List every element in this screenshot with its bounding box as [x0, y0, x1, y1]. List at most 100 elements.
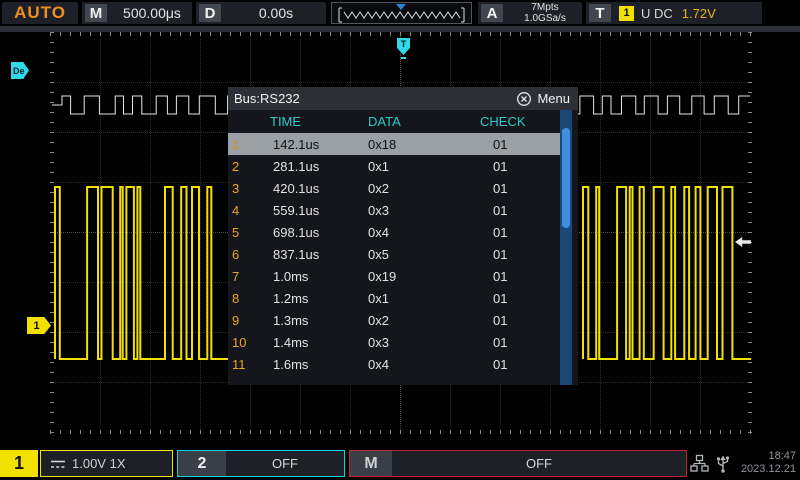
cell-idx: 6: [228, 247, 254, 262]
timebase-key: M: [85, 4, 107, 22]
lan-icon: [690, 454, 709, 478]
column-header-check: CHECK: [467, 114, 564, 129]
ch1-settings-box[interactable]: 1.00V 1X: [40, 450, 173, 477]
ruler-top: [50, 32, 752, 36]
cell-time: 1.0ms: [254, 269, 349, 284]
delay-value: 0.00s: [226, 5, 326, 21]
memory-depth: 7Mpts: [508, 2, 582, 13]
cell-time: 142.1us: [254, 137, 349, 152]
math-badge: M: [350, 451, 392, 476]
cell-idx: 11: [228, 357, 254, 372]
bottom-channel-bar: 1 1.00V 1X 2 OFF M OFF: [0, 450, 800, 477]
ch2-settings-box[interactable]: 2 OFF: [177, 450, 345, 477]
delay-box[interactable]: D 0.00s: [196, 2, 326, 24]
cell-check: 01: [467, 159, 564, 174]
bus-decode-panel: Bus:RS232 Menu TIME DATA CHECK 1142.1us0…: [228, 87, 578, 385]
cell-data: 0x3: [349, 203, 467, 218]
usb-icon: [715, 453, 731, 479]
clock: 18:47 2023.12.21: [741, 450, 796, 476]
scrollbar[interactable]: [560, 110, 572, 385]
table-row[interactable]: 1142.1us0x1801: [228, 133, 564, 155]
clock-date: 2023.12.21: [741, 463, 796, 476]
cell-check: 01: [467, 357, 564, 372]
cell-check: 01: [467, 335, 564, 350]
ch1-number-badge[interactable]: 1: [0, 450, 38, 477]
cell-idx: 10: [228, 335, 254, 350]
timebase-box[interactable]: M 500.00μs: [82, 2, 192, 24]
decode-channel-marker[interactable]: De: [11, 62, 29, 79]
ch1-ground-marker[interactable]: 1: [27, 317, 51, 334]
trigger-key: T: [589, 4, 611, 22]
trigger-position-indicator[interactable]: [396, 4, 406, 10]
math-settings-box[interactable]: M OFF: [349, 450, 687, 477]
timebase-value: 500.00μs: [112, 5, 192, 21]
table-row[interactable]: 6837.1us0x501: [228, 243, 564, 265]
cell-time: 1.2ms: [254, 291, 349, 306]
cell-time: 1.6ms: [254, 357, 349, 372]
ch2-number-badge: 2: [178, 451, 226, 476]
cell-data: 0x18: [349, 137, 467, 152]
trigger-type-coupling: U DC: [641, 6, 673, 21]
cell-data: 0x5: [349, 247, 467, 262]
ch1-scale-text: 1.00V 1X: [72, 456, 126, 471]
table-row[interactable]: 81.2ms0x101: [228, 287, 564, 309]
close-icon[interactable]: [516, 91, 532, 107]
cell-check: 01: [467, 225, 564, 240]
table-row[interactable]: 101.4ms0x301: [228, 331, 564, 353]
dc-coupling-icon: [49, 458, 67, 470]
oscilloscope-screen: AUTO M 500.00μs D 0.00s A 7Mpts 1.0GSa/s…: [0, 0, 800, 480]
gridline-horizontal: [50, 82, 752, 83]
cell-idx: 2: [228, 159, 254, 174]
cell-time: 837.1us: [254, 247, 349, 262]
column-header-time: TIME: [254, 114, 349, 129]
cell-data: 0x1: [349, 291, 467, 306]
cell-check: 01: [467, 313, 564, 328]
cell-data: 0x2: [349, 313, 467, 328]
table-row[interactable]: 71.0ms0x1901: [228, 265, 564, 287]
cell-idx: 5: [228, 225, 254, 240]
cell-check: 01: [467, 291, 564, 306]
trigger-position-tick: [401, 57, 406, 59]
table-row[interactable]: 4559.1us0x301: [228, 199, 564, 221]
acquisition-mode-badge[interactable]: AUTO: [2, 2, 78, 24]
cell-idx: 9: [228, 313, 254, 328]
cell-check: 01: [467, 137, 564, 152]
scrollbar-thumb[interactable]: [562, 128, 570, 228]
cell-idx: 1: [228, 137, 254, 152]
sample-rate: 1.0GSa/s: [508, 13, 582, 24]
table-row[interactable]: 3420.1us0x201: [228, 177, 564, 199]
waveform-preview[interactable]: [331, 2, 472, 24]
trigger-level-value: 1.72V: [682, 6, 716, 21]
top-status-bar: AUTO M 500.00μs D 0.00s A 7Mpts 1.0GSa/s…: [0, 0, 800, 26]
delay-key: D: [199, 4, 221, 22]
cell-data: 0x19: [349, 269, 467, 284]
acquire-box[interactable]: A 7Mpts 1.0GSa/s: [478, 2, 582, 24]
cell-idx: 4: [228, 203, 254, 218]
table-row[interactable]: 111.6ms0x401: [228, 353, 564, 375]
table-row[interactable]: 5698.1us0x401: [228, 221, 564, 243]
column-header-data: DATA: [349, 114, 467, 129]
cell-time: 1.4ms: [254, 335, 349, 350]
cell-data: 0x1: [349, 159, 467, 174]
cell-time: 281.1us: [254, 159, 349, 174]
cell-idx: 7: [228, 269, 254, 284]
clock-time: 18:47: [741, 450, 796, 463]
cell-idx: 3: [228, 181, 254, 196]
menu-button[interactable]: Menu: [537, 91, 570, 106]
trigger-box[interactable]: T 1 U DC 1.72V: [586, 2, 762, 24]
cell-time: 420.1us: [254, 181, 349, 196]
cell-idx: 8: [228, 291, 254, 306]
acquire-key: A: [481, 4, 503, 22]
ch2-status: OFF: [226, 456, 344, 471]
table-row[interactable]: 91.3ms0x201: [228, 309, 564, 331]
acquire-values: 7Mpts 1.0GSa/s: [508, 2, 582, 24]
cell-check: 01: [467, 247, 564, 262]
cell-time: 559.1us: [254, 203, 349, 218]
table-row[interactable]: 2281.1us0x101: [228, 155, 564, 177]
cell-time: 698.1us: [254, 225, 349, 240]
cell-check: 01: [467, 269, 564, 284]
bus-table-rows: 1142.1us0x18012281.1us0x1013420.1us0x201…: [228, 133, 564, 375]
cell-check: 01: [467, 203, 564, 218]
cell-data: 0x2: [349, 181, 467, 196]
cell-check: 01: [467, 181, 564, 196]
